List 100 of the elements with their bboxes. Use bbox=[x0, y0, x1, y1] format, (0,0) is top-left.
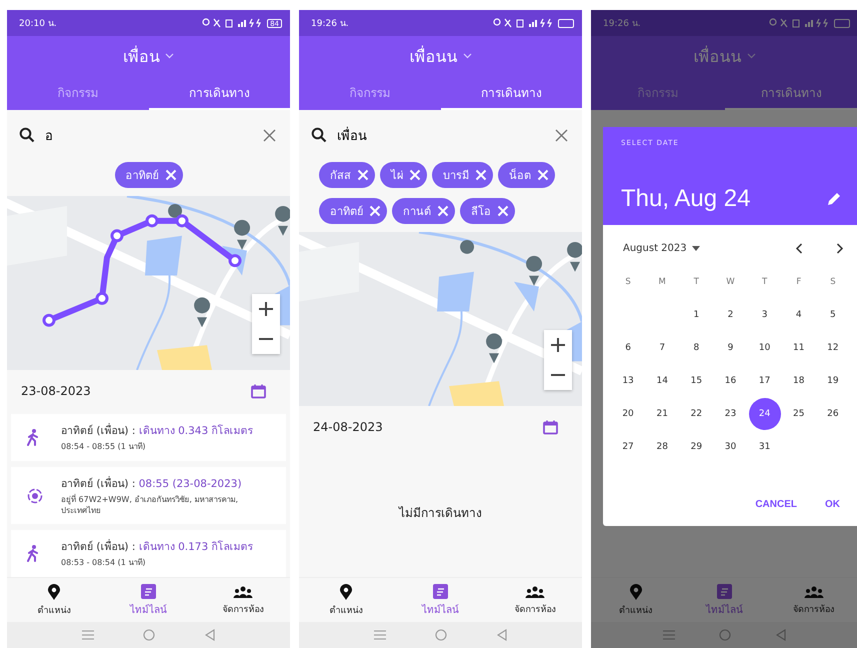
calendar-day[interactable]: 6 bbox=[612, 332, 644, 364]
calendar-day[interactable]: 26 bbox=[816, 398, 849, 430]
friend-chip[interactable]: กานต์ bbox=[392, 198, 455, 224]
search-field[interactable]: เพื่อน bbox=[337, 126, 545, 144]
calendar-day[interactable]: 16 bbox=[714, 364, 746, 396]
friend-chip[interactable]: อาทิตย์ bbox=[319, 198, 387, 224]
calendar-day[interactable]: 30 bbox=[714, 430, 746, 462]
calendar-day[interactable]: 2 bbox=[714, 298, 746, 330]
header-title[interactable]: เพื่อนน bbox=[410, 44, 458, 68]
nav-item[interactable]: ไทม์ไลน์ bbox=[393, 578, 488, 622]
chevron-down-icon[interactable] bbox=[165, 53, 174, 59]
zoom-in-button[interactable] bbox=[252, 294, 280, 324]
calendar-day[interactable]: 24 bbox=[748, 398, 781, 430]
search-field[interactable]: อ bbox=[45, 126, 253, 144]
calendar-day[interactable]: 18 bbox=[782, 364, 815, 396]
calendar-day[interactable]: 21 bbox=[646, 398, 678, 430]
zoom-out-button[interactable] bbox=[544, 360, 572, 390]
chevron-left-icon[interactable] bbox=[795, 242, 803, 254]
search-icon bbox=[19, 127, 35, 143]
header-title[interactable]: เพื่อน bbox=[123, 44, 160, 68]
weekday-label: F bbox=[796, 276, 802, 286]
calendar-day[interactable]: 11 bbox=[782, 332, 815, 364]
timeline-card[interactable]: อาทิตย์ (เพื่อน) : เดินทาง 0.173 กิโลเมตร 08:53 - 08:54 (1 นาที) bbox=[11, 530, 286, 577]
friend-chip[interactable]: กัสส bbox=[319, 162, 375, 188]
calendar-day[interactable]: 14 bbox=[646, 364, 678, 396]
calendar-day[interactable]: 9 bbox=[714, 332, 746, 364]
menu-icon[interactable] bbox=[82, 630, 94, 640]
calendar-day[interactable]: 3 bbox=[748, 298, 781, 330]
calendar-day[interactable]: 10 bbox=[748, 332, 781, 364]
calendar-day[interactable]: 13 bbox=[612, 364, 644, 396]
timeline-icon bbox=[432, 584, 448, 598]
month-selector[interactable]: August 2023 bbox=[623, 242, 687, 254]
calendar-day[interactable]: 22 bbox=[680, 398, 712, 430]
tab[interactable]: การเดินทาง bbox=[148, 76, 290, 110]
calendar-day[interactable]: 20 bbox=[612, 398, 644, 430]
friend-chip[interactable]: อาทิตย์ bbox=[114, 162, 182, 188]
nav-item[interactable]: ตำแหน่ง bbox=[7, 578, 102, 622]
calendar-day[interactable]: 12 bbox=[816, 332, 849, 364]
calendar-day[interactable]: 5 bbox=[816, 298, 849, 330]
nav-item[interactable]: ไทม์ไลน์ bbox=[101, 578, 196, 622]
home-icon[interactable] bbox=[435, 629, 448, 641]
timeline-card[interactable]: อาทิตย์ (เพื่อน) : เดินทาง 0.343 กิโลเมตร 08:54 - 08:55 (1 นาที) bbox=[11, 414, 286, 461]
entry-subtext: 08:53 - 08:54 (1 นาที) bbox=[61, 558, 146, 570]
dialog-button[interactable]: CANCEL bbox=[745, 493, 807, 516]
group-icon bbox=[524, 584, 545, 598]
date-label: 24-08-2023 bbox=[313, 420, 383, 434]
nav-item[interactable]: ตำแหน่ง bbox=[591, 578, 680, 622]
timeline-card[interactable]: อาทิตย์ (เพื่อน) : 08:55 (23-08-2023) อยู่ที่ 67W2+W9W, อำเภอกันทรวิชัย, มหาสารคาม, ประเทศไทย bbox=[11, 466, 286, 524]
timeline-icon bbox=[717, 584, 732, 598]
location-pin-icon bbox=[630, 584, 642, 600]
nav-item[interactable]: จัดการห้อง bbox=[488, 578, 582, 622]
calendar-day[interactable]: 8 bbox=[680, 332, 712, 364]
calendar-day[interactable]: 19 bbox=[816, 364, 849, 396]
entry-name: อาทิตย์ (เพื่อน) : bbox=[61, 478, 136, 490]
nav-item[interactable]: ตำแหน่ง bbox=[299, 578, 394, 622]
location-pin-icon bbox=[48, 584, 60, 600]
calendar-day[interactable]: 17 bbox=[748, 364, 781, 396]
pencil-icon[interactable] bbox=[826, 191, 842, 207]
menu-icon[interactable] bbox=[374, 630, 386, 640]
chevron-right-icon[interactable] bbox=[836, 242, 844, 254]
calendar-day[interactable]: 25 bbox=[782, 398, 815, 430]
nav-item[interactable]: จัดการห้อง bbox=[769, 578, 857, 622]
timeline-icon bbox=[140, 584, 156, 598]
home-icon[interactable] bbox=[143, 629, 156, 641]
close-icon[interactable] bbox=[263, 128, 276, 142]
dialog-button[interactable]: OK bbox=[815, 493, 850, 516]
calendar-day[interactable]: 15 bbox=[680, 364, 712, 396]
calendar-icon[interactable] bbox=[251, 384, 266, 398]
calendar-day[interactable]: 4 bbox=[782, 298, 815, 330]
entry-detail: เดินทาง 0.173 กิโลเมตร bbox=[138, 541, 254, 554]
chevron-down-icon[interactable] bbox=[462, 53, 472, 59]
caret-down-icon[interactable] bbox=[692, 246, 700, 250]
weekday-label: S bbox=[830, 276, 836, 286]
calendar-day[interactable]: 7 bbox=[646, 332, 678, 364]
group-icon bbox=[232, 584, 253, 598]
location-target-icon bbox=[27, 488, 43, 504]
friend-chip[interactable]: ไผ่ bbox=[380, 162, 427, 188]
friend-chip[interactable]: น็อต bbox=[498, 162, 555, 188]
calendar-day[interactable]: 27 bbox=[612, 430, 644, 462]
zoom-in-button[interactable] bbox=[544, 330, 572, 360]
calendar-day[interactable]: 1 bbox=[680, 298, 712, 330]
weekday-label: S bbox=[625, 276, 631, 286]
tab[interactable]: การเดินทาง bbox=[440, 76, 582, 110]
calendar-day[interactable]: 23 bbox=[714, 398, 746, 430]
zoom-out-button[interactable] bbox=[252, 324, 280, 354]
calendar-day[interactable]: 29 bbox=[680, 430, 712, 462]
back-icon[interactable] bbox=[497, 629, 508, 641]
close-icon[interactable] bbox=[555, 128, 568, 142]
friend-chip[interactable]: ลีโอ bbox=[460, 198, 515, 224]
calendar-day[interactable]: 28 bbox=[646, 430, 678, 462]
group-icon bbox=[804, 584, 824, 598]
calendar-day[interactable]: 31 bbox=[748, 430, 781, 462]
back-icon[interactable] bbox=[205, 629, 216, 641]
status-icons-drawing bbox=[493, 18, 555, 28]
friend-chip[interactable]: บารมี bbox=[432, 162, 493, 188]
date-label: 23-08-2023 bbox=[21, 384, 91, 398]
status-icons-drawing bbox=[769, 18, 831, 28]
calendar-icon[interactable] bbox=[543, 420, 558, 434]
nav-item[interactable]: จัดการห้อง bbox=[196, 578, 290, 622]
entry-name: อาทิตย์ (เพื่อน) : bbox=[61, 541, 136, 554]
